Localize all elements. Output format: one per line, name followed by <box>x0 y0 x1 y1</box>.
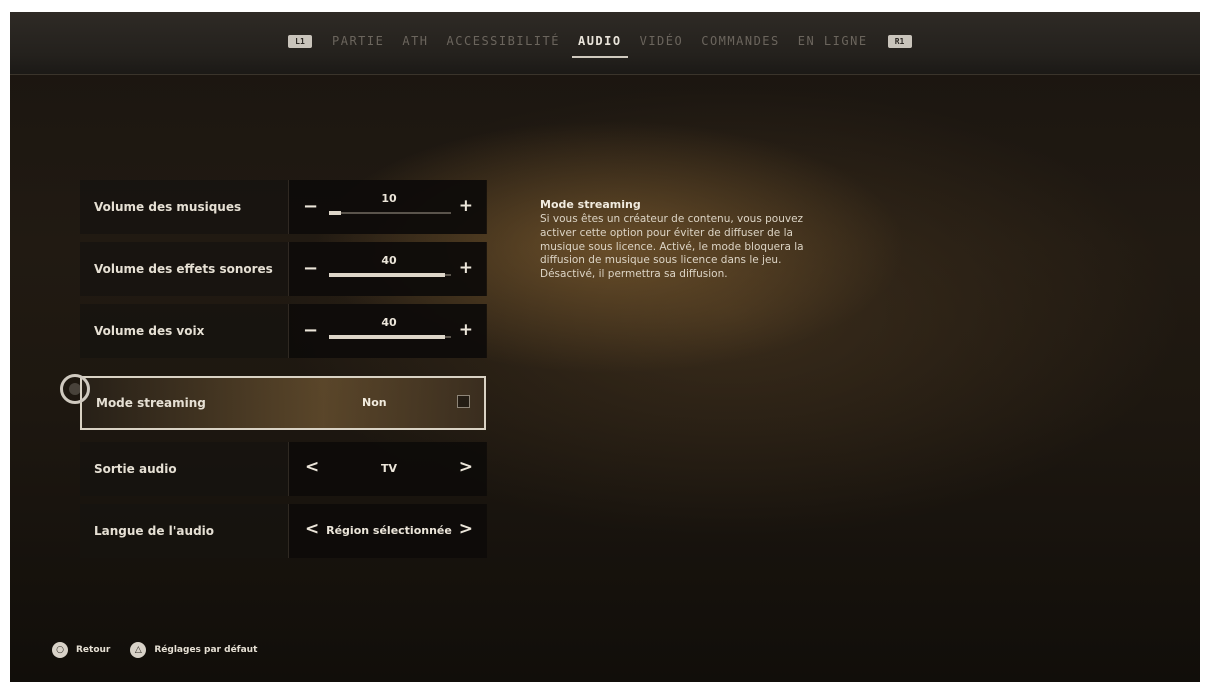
volume-slider[interactable]: − 40 + <box>288 304 487 358</box>
triangle-button-icon: △ <box>130 642 147 658</box>
setting-label: Sortie audio <box>94 462 177 476</box>
plus-icon[interactable]: + <box>459 320 473 340</box>
slider-track[interactable] <box>329 335 451 339</box>
defaults-prompt[interactable]: △ Réglages par défaut <box>130 642 257 658</box>
setting-description: Mode streaming Si vous êtes un créateur … <box>540 198 830 282</box>
slider-value: 40 <box>381 254 397 267</box>
slider-value: 10 <box>381 192 397 205</box>
minus-icon[interactable]: − <box>303 258 318 279</box>
volume-slider[interactable]: − 10 + <box>288 180 487 234</box>
chevron-left-icon[interactable]: < <box>305 457 319 477</box>
setting-label: Langue de l'audio <box>94 524 215 538</box>
setting-label: Volume des musiques <box>94 200 242 214</box>
slider-fill <box>329 335 445 339</box>
setting-voice-volume[interactable]: Volume des voix − 40 + <box>80 304 487 358</box>
button-prompts: ○ Retour △ Réglages par défaut <box>52 642 277 658</box>
back-prompt[interactable]: ○ Retour <box>52 642 110 658</box>
setting-audio-output[interactable]: Sortie audio < TV > <box>80 442 487 496</box>
tab-list: L1 PARTIE ATH ACCESSIBILITÉ AUDIO VIDÉO … <box>288 34 912 58</box>
output-selector[interactable]: < TV > <box>288 442 487 496</box>
selector-value: TV <box>380 462 398 475</box>
setting-label: Mode streaming <box>96 396 206 410</box>
minus-icon[interactable]: − <box>303 196 318 217</box>
tab-bar: L1 PARTIE ATH ACCESSIBILITÉ AUDIO VIDÉO … <box>10 12 1200 75</box>
slider-value: 40 <box>381 316 397 329</box>
volume-slider[interactable]: − 40 + <box>288 242 487 296</box>
slider-fill <box>329 211 342 215</box>
toggle-value: Non <box>362 396 387 409</box>
setting-music-volume[interactable]: Volume des musiques − 10 + <box>80 180 487 234</box>
circle-button-icon: ○ <box>52 642 68 658</box>
tab-accessibilite[interactable]: ACCESSIBILITÉ <box>447 34 560 48</box>
slider-track[interactable] <box>329 273 451 277</box>
tab-commandes[interactable]: COMMANDES <box>701 34 780 48</box>
slider-fill <box>329 273 445 277</box>
defaults-label: Réglages par défaut <box>154 645 258 655</box>
selector-value: Région sélectionnée <box>326 524 452 537</box>
streaming-checkbox[interactable] <box>457 395 470 408</box>
chevron-left-icon[interactable]: < <box>305 519 319 539</box>
chevron-right-icon[interactable]: > <box>459 519 473 539</box>
selection-cursor-icon <box>60 374 90 404</box>
tab-audio[interactable]: AUDIO <box>572 34 628 58</box>
setting-audio-language[interactable]: Langue de l'audio < Région sélectionnée … <box>80 504 487 558</box>
tab-video[interactable]: VIDÉO <box>640 34 684 48</box>
tab-partie[interactable]: PARTIE <box>332 34 384 48</box>
plus-icon[interactable]: + <box>459 258 473 278</box>
tab-ath[interactable]: ATH <box>402 34 428 48</box>
audio-settings-screen: L1 PARTIE ATH ACCESSIBILITÉ AUDIO VIDÉO … <box>10 12 1200 682</box>
setting-label: Volume des voix <box>94 324 205 338</box>
plus-icon[interactable]: + <box>459 196 473 216</box>
setting-sfx-volume[interactable]: Volume des effets sonores − 40 + <box>80 242 487 296</box>
l1-button-icon[interactable]: L1 <box>288 34 312 48</box>
setting-label: Volume des effets sonores <box>94 262 273 276</box>
description-title: Mode streaming <box>540 198 641 211</box>
tab-en-ligne[interactable]: EN LIGNE <box>798 34 868 48</box>
language-selector[interactable]: < Région sélectionnée > <box>288 504 487 558</box>
setting-streaming-mode[interactable]: Mode streaming Non <box>60 374 486 430</box>
back-label: Retour <box>76 645 111 655</box>
minus-icon[interactable]: − <box>303 320 318 341</box>
slider-track[interactable] <box>329 211 451 215</box>
chevron-right-icon[interactable]: > <box>459 457 473 477</box>
description-body: Si vous êtes un créateur de contenu, vou… <box>540 213 804 281</box>
r1-button-icon[interactable]: R1 <box>887 34 912 48</box>
